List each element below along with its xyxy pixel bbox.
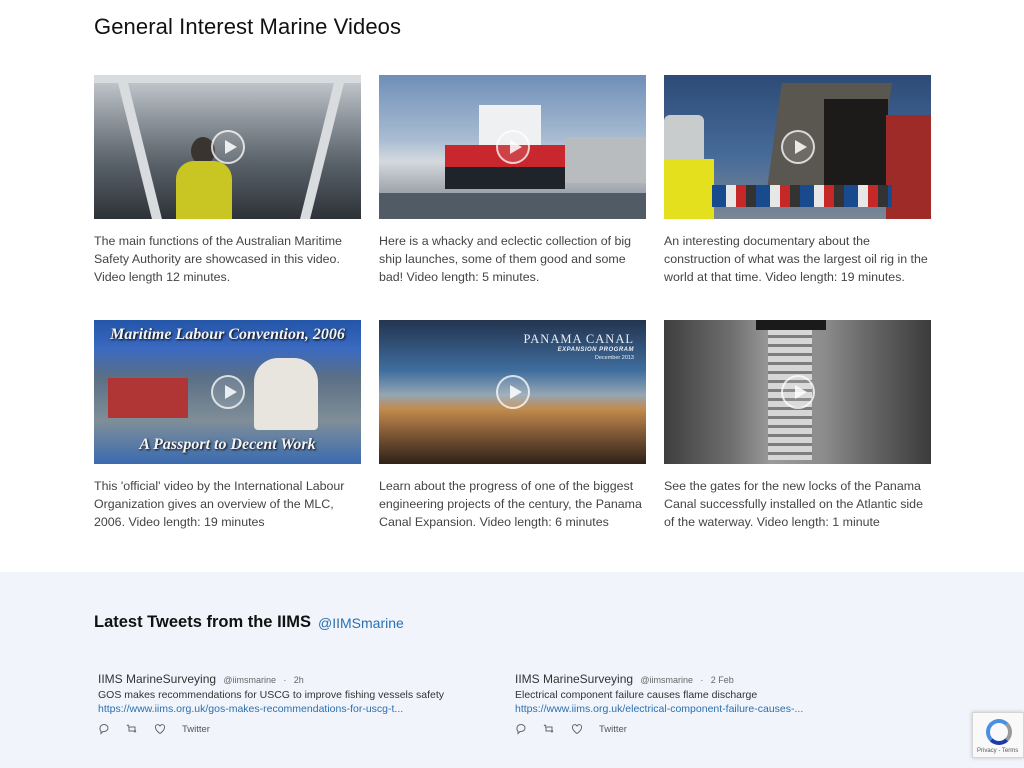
play-icon[interactable] — [210, 130, 245, 164]
play-icon[interactable] — [495, 375, 530, 409]
window-frame — [94, 75, 361, 83]
video-thumbnail[interactable]: Maritime Labour Convention, 2006 A Passp… — [94, 320, 361, 464]
thumbnail-title: PANAMA CANAL — [523, 332, 634, 346]
video-description: Learn about the progress of one of the b… — [379, 479, 642, 529]
tweet-link[interactable]: https://www.iims.org.uk/gos-makes-recomm… — [98, 703, 428, 715]
yellow-structure — [664, 159, 714, 219]
tweet: IIMS MarineSurveying @iimsmarine · 2 Feb… — [515, 672, 845, 735]
tweet-author-name[interactable]: IIMS MarineSurveying — [515, 672, 633, 686]
tweet-author-handle[interactable]: @iimsmarine — [223, 675, 276, 685]
tweet-source[interactable]: Twitter — [182, 724, 210, 735]
boat — [108, 378, 188, 418]
twitter-handle-link[interactable]: @IIMSmarine — [318, 615, 404, 631]
video-card: The main functions of the Australian Mar… — [94, 75, 361, 286]
play-icon[interactable] — [780, 130, 815, 164]
video-thumbnail[interactable] — [379, 75, 646, 219]
like-icon[interactable] — [154, 723, 166, 735]
trucks — [712, 185, 892, 207]
tweet-separator: · — [283, 675, 287, 685]
retweet-icon[interactable] — [126, 723, 138, 735]
tank — [664, 115, 704, 159]
thumbnail-subtitle: A Passport to Decent Work — [139, 436, 316, 453]
recaptcha-links[interactable]: Privacy - Terms — [977, 748, 1018, 754]
video-description: Here is a whacky and eclectic collection… — [379, 234, 632, 284]
tweet-time[interactable]: 2 Feb — [711, 675, 734, 685]
video-card: PANAMA CANAL EXPANSION PROGRAM December … — [379, 320, 646, 531]
water — [379, 193, 646, 219]
person — [254, 358, 318, 430]
thumbnail-title: Maritime Labour Convention, 2006 — [110, 326, 345, 343]
red-structure — [886, 115, 931, 219]
recaptcha-badge[interactable]: Privacy - Terms — [972, 712, 1024, 758]
tweet-author-handle[interactable]: @iimsmarine — [640, 675, 693, 685]
retweet-icon[interactable] — [543, 723, 555, 735]
tweets-section: Latest Tweets from the IIMS @IIMSmarine … — [0, 572, 1024, 768]
tweets-title: Latest Tweets from the IIMS — [94, 613, 311, 631]
reply-icon[interactable] — [515, 723, 527, 735]
tweet: IIMS MarineSurveying @iimsmarine · 2h GO… — [98, 672, 445, 735]
building — [565, 137, 646, 183]
tweet-author-name[interactable]: IIMS MarineSurveying — [98, 672, 216, 686]
section-title: General Interest Marine Videos — [94, 14, 402, 39]
play-icon[interactable] — [495, 130, 530, 164]
tweet-source[interactable]: Twitter — [599, 724, 627, 735]
tweet-header: IIMS MarineSurveying @iimsmarine · 2h — [98, 672, 428, 686]
tweet-actions: Twitter — [515, 723, 845, 735]
tweet-time[interactable]: 2h — [294, 675, 304, 685]
video-thumbnail[interactable] — [94, 75, 361, 219]
tweet-actions: Twitter — [98, 723, 428, 735]
video-description: The main functions of the Australian Mar… — [94, 234, 342, 284]
video-description: See the gates for the new locks of the P… — [664, 479, 923, 529]
thumbnail-subtitle: EXPANSION PROGRAM — [557, 347, 634, 353]
video-card: Maritime Labour Convention, 2006 A Passp… — [94, 320, 361, 531]
tweet-text: GOS makes recommendations for USCG to im… — [98, 689, 445, 701]
tweet-link[interactable]: https://www.iims.org.uk/electrical-compo… — [515, 703, 845, 715]
video-description: This 'official' video by the Internation… — [94, 479, 345, 529]
person-hivis — [176, 161, 232, 219]
tweet-separator: · — [700, 675, 704, 685]
reply-icon[interactable] — [98, 723, 110, 735]
lock-gate-top — [756, 320, 826, 330]
like-icon[interactable] — [571, 723, 583, 735]
video-thumbnail[interactable] — [664, 320, 931, 464]
oil-rig-interior — [824, 99, 888, 189]
play-icon[interactable] — [210, 375, 245, 409]
play-icon[interactable] — [780, 375, 815, 409]
tweet-header: IIMS MarineSurveying @iimsmarine · 2 Feb — [515, 672, 845, 686]
recaptcha-icon — [986, 719, 1012, 745]
tweet-text: Electrical component failure causes flam… — [515, 689, 758, 701]
videos-section: General Interest Marine Videos The main … — [0, 0, 1024, 572]
video-card: See the gates for the new locks of the P… — [664, 320, 931, 531]
window-frame — [116, 75, 162, 219]
thumbnail-date: December 2013 — [594, 355, 634, 361]
window-frame — [300, 75, 346, 219]
video-card: An interesting documentary about the con… — [664, 75, 931, 286]
video-thumbnail[interactable] — [664, 75, 931, 219]
video-thumbnail[interactable]: PANAMA CANAL EXPANSION PROGRAM December … — [379, 320, 646, 464]
video-description: An interesting documentary about the con… — [664, 234, 928, 284]
ship-hull-bottom — [445, 167, 565, 189]
video-card: Here is a whacky and eclectic collection… — [379, 75, 646, 286]
